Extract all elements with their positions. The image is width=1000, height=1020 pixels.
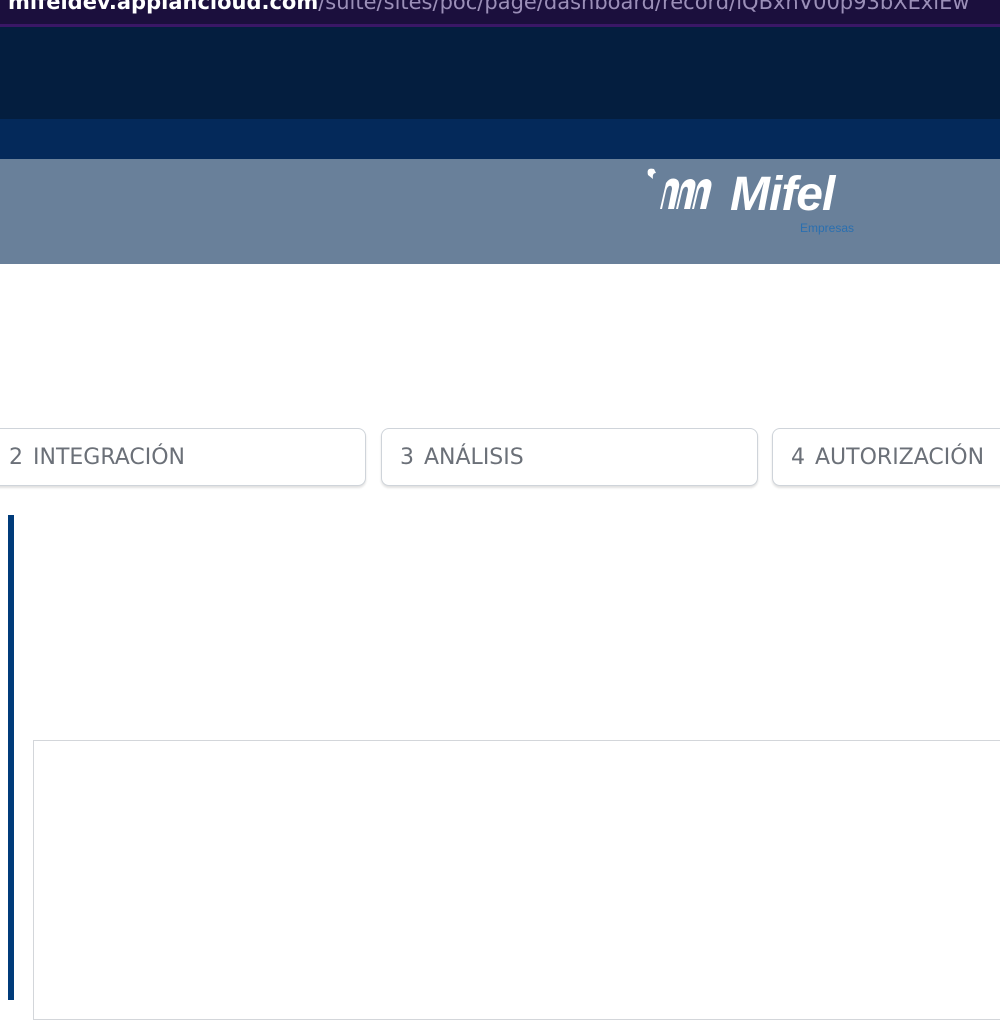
step-label: INTEGRACIÓN	[33, 444, 186, 470]
step-integracion[interactable]: 2 INTEGRACIÓN	[0, 428, 366, 486]
browser-url-bar[interactable]: mifeldev.appiancloud.com/suite/sites/poc…	[0, 0, 1000, 27]
step-label: AUTORIZACIÓN	[815, 444, 985, 470]
url-path: /suite/sites/poc/page/dashboard/record/l…	[318, 0, 970, 14]
top-navigation-band	[0, 27, 1000, 119]
process-steps: 2 INTEGRACIÓN 3 ANÁLISIS 4 AUTORIZACIÓN	[0, 428, 1000, 488]
secondary-navigation-band	[0, 119, 1000, 159]
mifel-logo: Mifel Empresas	[640, 163, 900, 243]
url-text[interactable]: mifeldev.appiancloud.com/suite/sites/poc…	[8, 0, 970, 14]
mifel-logo-mark-icon	[647, 168, 712, 209]
step-analisis[interactable]: 3 ANÁLISIS	[381, 428, 758, 486]
step-number: 4	[791, 444, 805, 470]
step-label: ANÁLISIS	[424, 444, 524, 470]
step-number: 2	[9, 444, 23, 470]
step-autorizacion[interactable]: 4 AUTORIZACIÓN	[772, 428, 1000, 486]
url-domain: mifeldev.appiancloud.com	[8, 0, 319, 14]
content-panel	[33, 740, 1000, 1020]
section-accent-bar	[8, 515, 14, 1000]
logo-wordmark: Mifel	[730, 168, 835, 221]
logo-subtitle: Empresas	[800, 221, 855, 235]
step-number: 3	[400, 444, 414, 470]
